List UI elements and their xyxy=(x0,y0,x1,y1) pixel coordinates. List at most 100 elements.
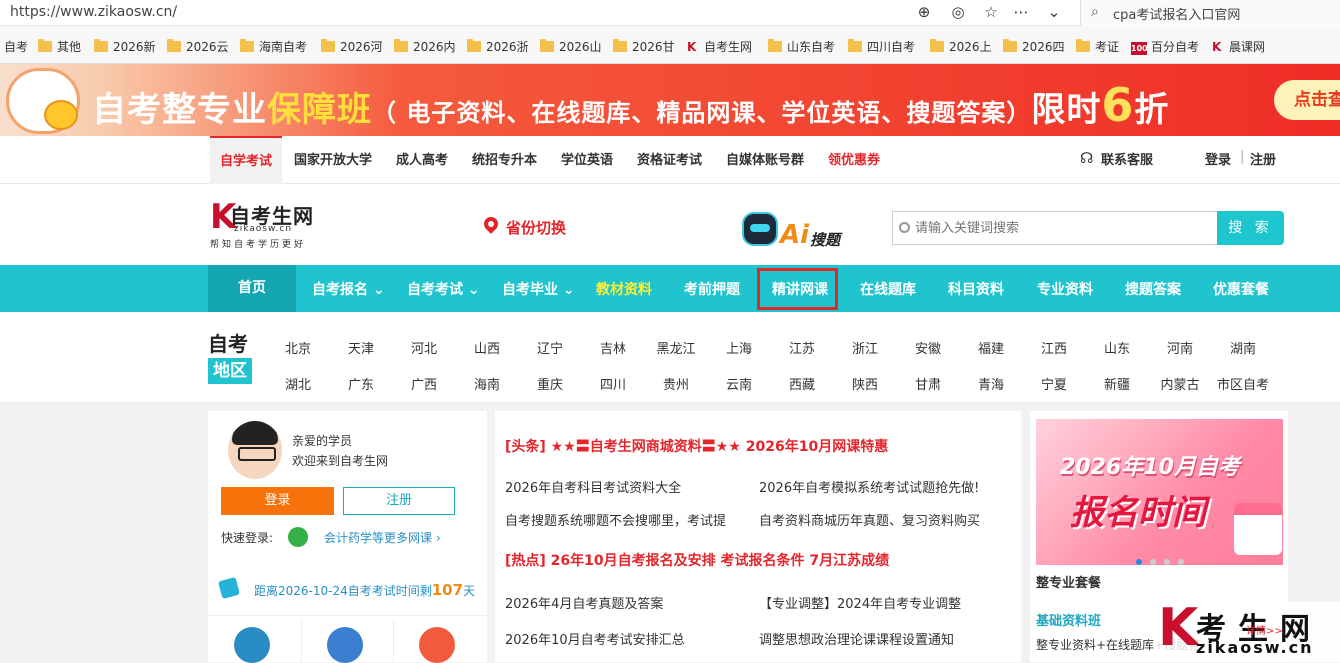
topnav-item-media[interactable]: 自媒体账号群 xyxy=(726,149,804,168)
register-button[interactable]: 注册 xyxy=(343,487,455,515)
region-link[interactable]: 上海 xyxy=(711,338,767,357)
register-link[interactable]: 注册 xyxy=(1250,149,1276,168)
topnav-item-certificate[interactable]: 资格证考试 xyxy=(637,149,702,168)
region-link[interactable]: 宁夏 xyxy=(1026,374,1082,393)
topnav-item-degree-english[interactable]: 学位英语 xyxy=(561,149,613,168)
bookmark[interactable]: 四川自考 xyxy=(848,38,918,55)
region-link[interactable]: 新疆 xyxy=(1089,374,1145,393)
topnav-item-adult-exam[interactable]: 成人高考 xyxy=(396,149,448,168)
region-link[interactable]: 山东 xyxy=(1089,338,1145,357)
news-item[interactable]: 自考搜题系统哪题不会搜哪里，考试提 xyxy=(505,510,745,529)
zoom-icon[interactable]: ⊕ xyxy=(914,2,934,22)
province-switch[interactable]: 省份切换 xyxy=(506,217,566,238)
region-link[interactable]: 河南 xyxy=(1152,338,1208,357)
news-item[interactable]: 自考资料商城历年真题、复习资料购买 xyxy=(759,510,1009,529)
search-input[interactable] xyxy=(915,218,1205,238)
region-link[interactable]: 江西 xyxy=(1026,338,1082,357)
book-icon[interactable] xyxy=(419,627,455,663)
region-link[interactable]: 甘肃 xyxy=(900,374,956,393)
region-link[interactable]: 广东 xyxy=(333,374,389,393)
bookmark[interactable]: 2026甘 xyxy=(613,38,677,55)
bookmark[interactable]: K 晨课网 xyxy=(1212,38,1282,55)
news-item[interactable]: 2026年自考科目考试资料大全 xyxy=(505,477,745,496)
hot-news[interactable]: [热点] 26年10月自考报名及安排 考试报名条件 7月江苏成绩 xyxy=(505,550,889,570)
bookmark[interactable]: 自考 xyxy=(4,38,34,55)
news-item[interactable]: 2026年10月自考考试安排汇总 xyxy=(505,629,745,648)
star-icon[interactable]: ☆ xyxy=(981,2,1001,22)
carousel-dot[interactable] xyxy=(1178,559,1184,565)
bookmark[interactable]: 山东自考 xyxy=(768,38,838,55)
nav-materials[interactable]: 教材资料 xyxy=(596,279,652,299)
bookmark[interactable]: 2026云 xyxy=(167,38,231,55)
bookmark[interactable]: 其他 xyxy=(38,38,86,55)
ai-label[interactable]: Ai xyxy=(780,220,809,250)
nav-predictions[interactable]: 考前押题 xyxy=(684,279,740,299)
region-link[interactable]: 湖北 xyxy=(270,374,326,393)
robot-icon[interactable] xyxy=(742,212,778,246)
news-item[interactable]: 调整思想政治理论课课程设置通知 xyxy=(759,629,1009,648)
carousel-dot[interactable] xyxy=(1150,559,1156,565)
bookmark[interactable]: 2026上 xyxy=(930,38,994,55)
nav-graduation[interactable]: 自考毕业 ⌄ xyxy=(502,279,575,299)
region-link[interactable]: 江苏 xyxy=(774,338,830,357)
video-icon[interactable] xyxy=(327,627,363,663)
chevron-down-icon[interactable]: ⌄ xyxy=(1044,2,1064,22)
calendar-icon[interactable] xyxy=(234,627,270,663)
more-courses-link[interactable]: 会计药学等更多网课 › xyxy=(324,529,441,546)
news-item[interactable]: 2026年4月自考真题及答案 xyxy=(505,593,745,612)
topnav-item-self-study[interactable]: 自学考试 xyxy=(210,136,283,184)
region-link[interactable]: 吉林 xyxy=(585,338,641,357)
more-link[interactable]: 详情>> xyxy=(1246,622,1283,637)
promo-banner[interactable]: 自考整专业保障班（ 电子资料、在线题库、精品网课、学位英语、搜题答案）限时6折 … xyxy=(0,64,1340,136)
ad-carousel[interactable]: 2026年10月自考 报名时间 xyxy=(1036,419,1283,565)
region-link[interactable]: 市区自考 xyxy=(1215,374,1271,393)
carousel-dot[interactable] xyxy=(1136,559,1142,565)
bookmark[interactable]: K 自考生网 xyxy=(687,38,753,55)
bookmark[interactable]: 2026新 xyxy=(94,38,158,55)
package-title[interactable]: 基础资料班 xyxy=(1036,610,1101,629)
location-icon[interactable]: ◎ xyxy=(948,2,968,22)
region-link[interactable]: 内蒙古 xyxy=(1152,374,1208,393)
login-link[interactable]: 登录 xyxy=(1205,149,1231,168)
region-link[interactable]: 青海 xyxy=(963,374,1019,393)
news-item[interactable]: 【专业调整】2024年自考专业调整 xyxy=(759,593,1009,612)
region-link[interactable]: 辽宁 xyxy=(522,338,578,357)
bookmark[interactable]: 100 百分自考 xyxy=(1131,38,1201,55)
bookmark[interactable]: 2026浙 xyxy=(467,38,531,55)
wechat-icon[interactable] xyxy=(288,527,308,547)
region-link[interactable]: 云南 xyxy=(711,374,767,393)
nav-registration[interactable]: 自考报名 ⌄ xyxy=(312,279,385,299)
bookmark[interactable]: 2026内 xyxy=(394,38,458,55)
url-field[interactable]: https://www.zikaosw.cn/ xyxy=(10,4,177,20)
more-icon[interactable]: ⋯ xyxy=(1011,2,1031,22)
nav-home[interactable]: 首页 xyxy=(208,265,296,312)
search-button[interactable]: 搜 索 xyxy=(1217,211,1284,245)
bookmark[interactable]: 2026四 xyxy=(1003,38,1067,55)
carousel-dot[interactable] xyxy=(1164,559,1170,565)
region-link[interactable]: 重庆 xyxy=(522,374,578,393)
login-button[interactable]: 登录 xyxy=(221,487,334,515)
region-link[interactable]: 四川 xyxy=(585,374,641,393)
region-link[interactable]: 贵州 xyxy=(648,374,704,393)
region-link[interactable]: 海南 xyxy=(459,374,515,393)
nav-packages[interactable]: 优惠套餐 xyxy=(1213,279,1269,299)
nav-question-bank[interactable]: 在线题库 xyxy=(860,279,916,299)
browser-search-box[interactable]: ⌕ cpa考试报名入口官网 xyxy=(1080,0,1340,26)
region-link[interactable]: 湖南 xyxy=(1215,338,1271,357)
topnav-item-coupon[interactable]: 领优惠券 xyxy=(828,149,880,168)
nav-exam[interactable]: 自考考试 ⌄ xyxy=(407,279,480,299)
contact-service-link[interactable]: 联系客服 xyxy=(1101,149,1153,168)
nav-answers[interactable]: 搜题答案 xyxy=(1125,279,1181,299)
ai-search-label[interactable]: 搜题 xyxy=(810,229,840,250)
topnav-item-upgrade[interactable]: 统招专升本 xyxy=(472,149,537,168)
bookmark[interactable]: 2026山 xyxy=(540,38,604,55)
region-link[interactable]: 浙江 xyxy=(837,338,893,357)
region-link[interactable]: 山西 xyxy=(459,338,515,357)
bookmark[interactable]: 考证 xyxy=(1076,38,1124,55)
banner-cta-button[interactable]: 点击查 xyxy=(1274,80,1340,120)
news-item[interactable]: 2026年自考模拟系统考试试题抢先做! xyxy=(759,477,1009,496)
region-link[interactable]: 河北 xyxy=(396,338,452,357)
bookmark[interactable]: 海南自考 xyxy=(240,38,312,55)
region-link[interactable]: 福建 xyxy=(963,338,1019,357)
bookmark[interactable]: 2026河 xyxy=(321,38,385,55)
